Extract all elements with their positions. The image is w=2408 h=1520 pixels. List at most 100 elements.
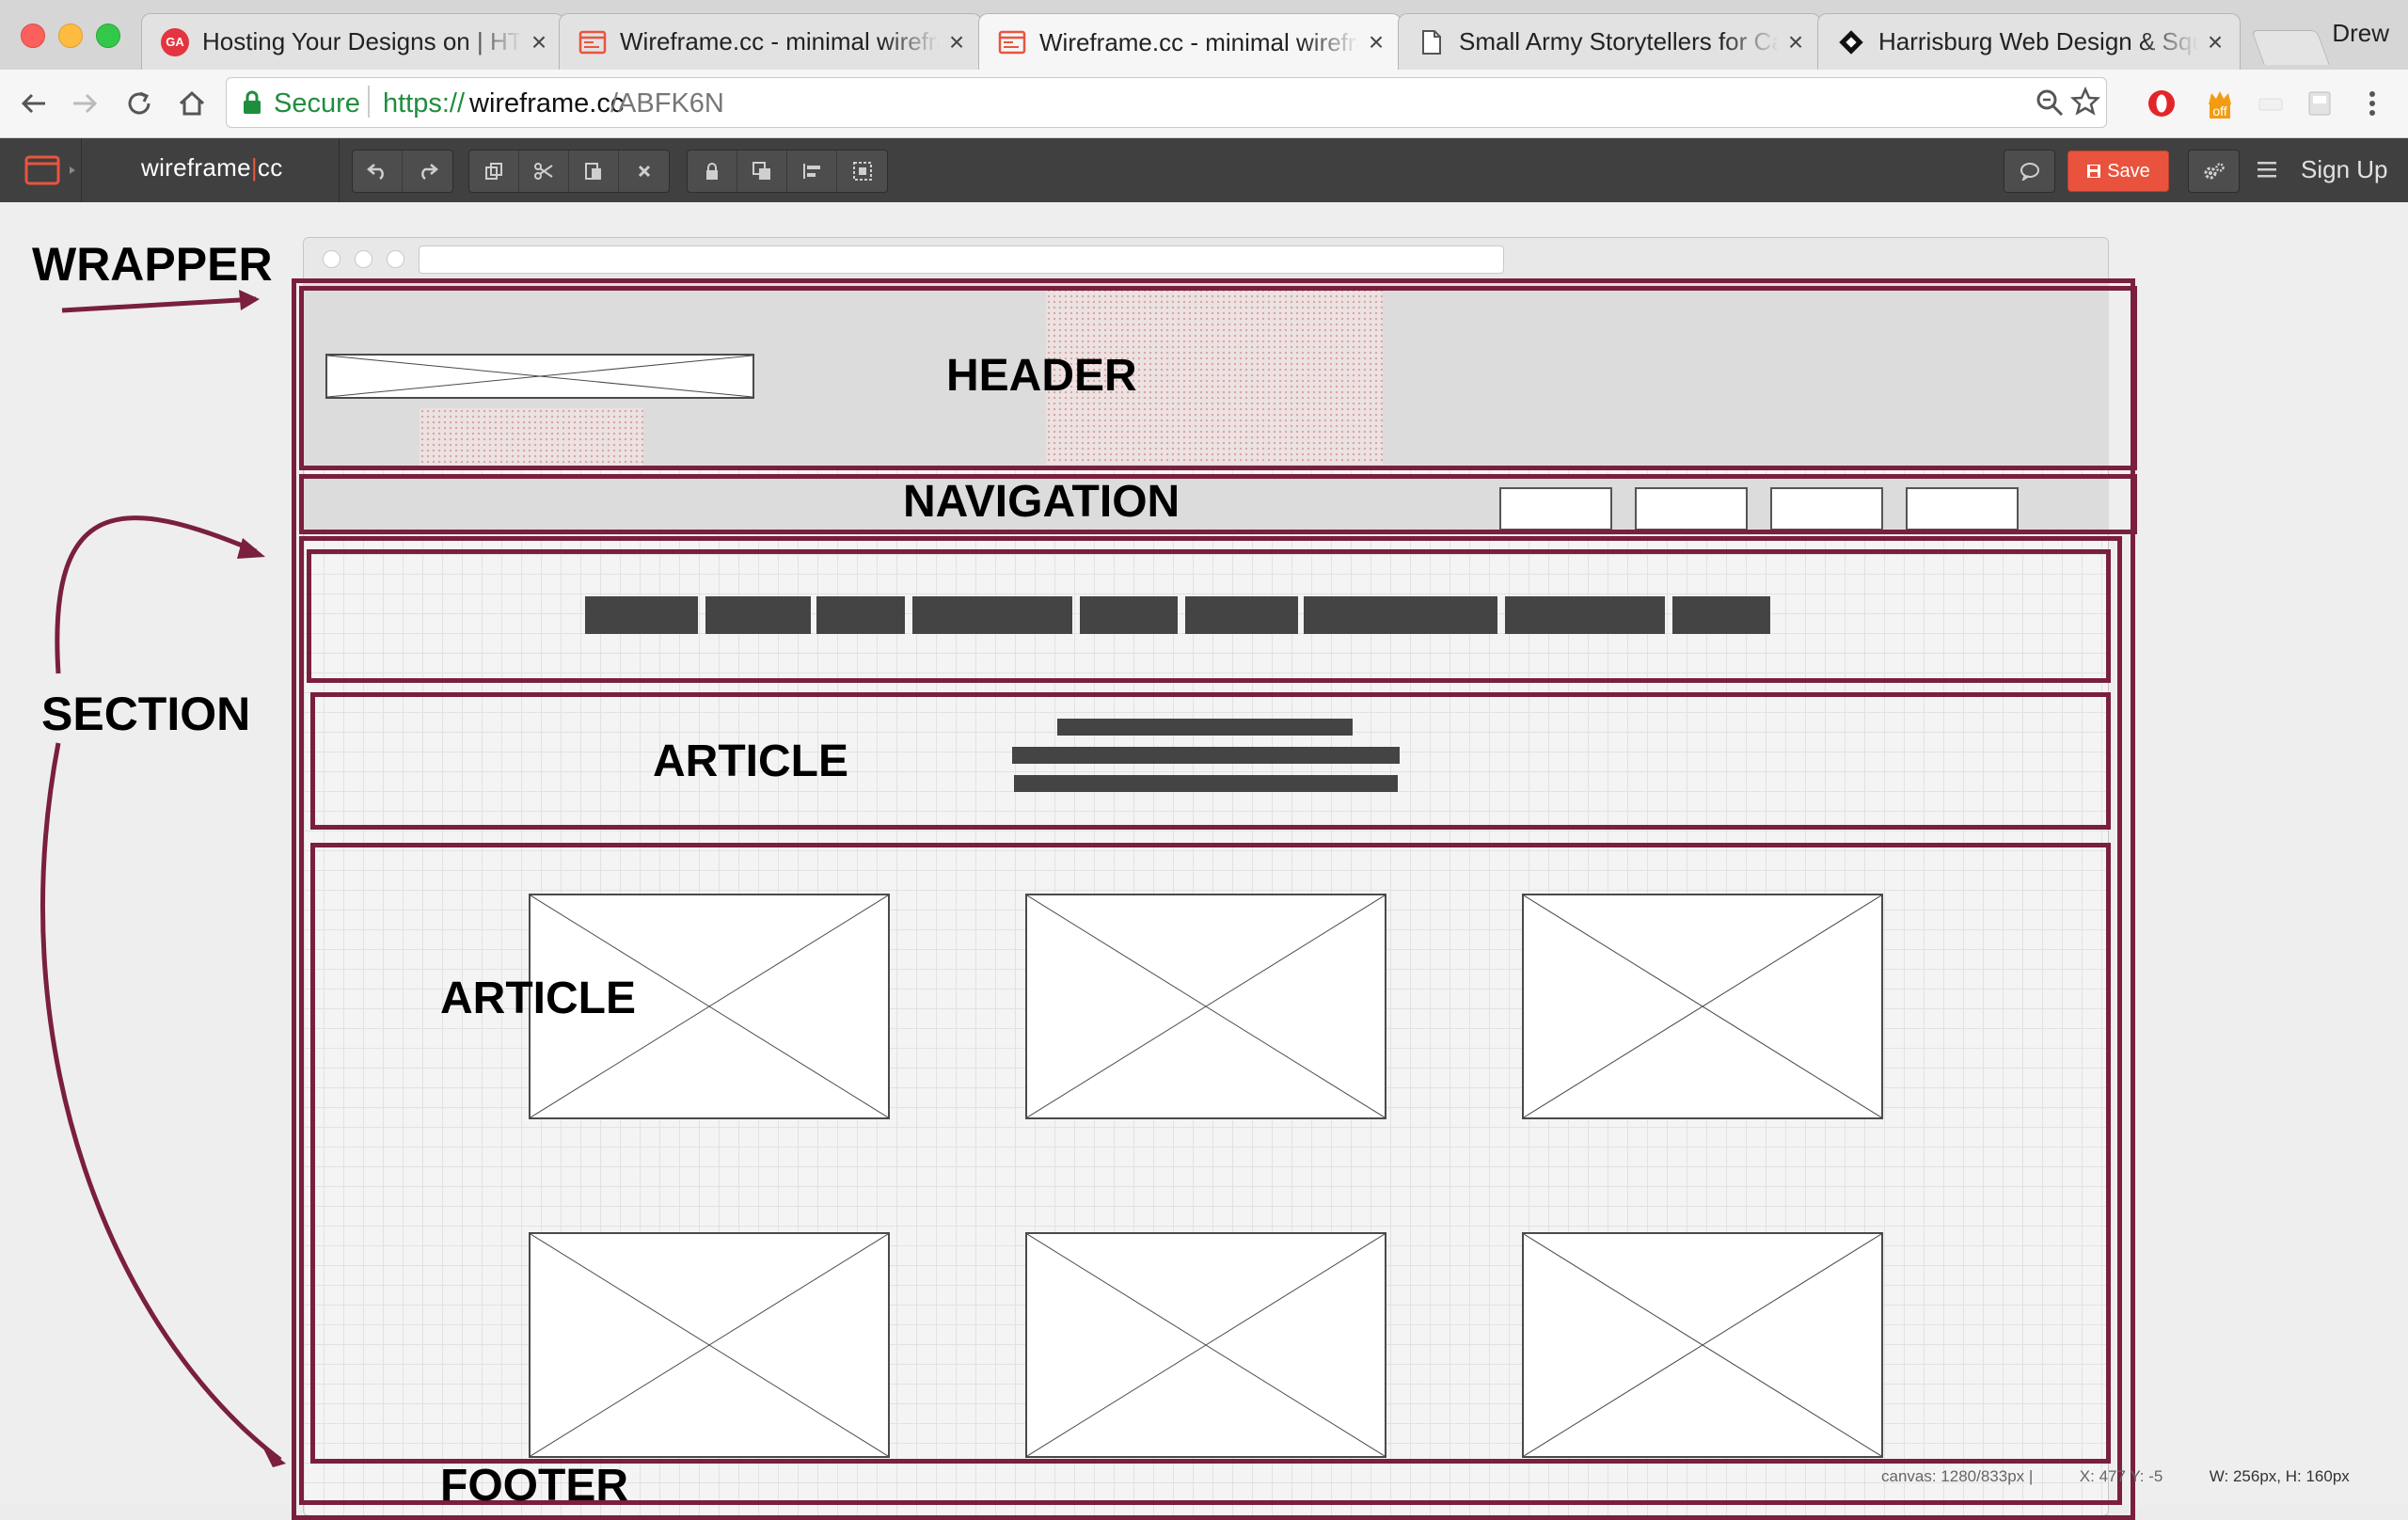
- back-button[interactable]: [11, 81, 56, 126]
- align-icon: [803, 164, 820, 179]
- canvas-size-readout: canvas: 1280/833px |: [1881, 1467, 2034, 1485]
- zoom-icon[interactable]: [2035, 87, 2065, 118]
- edit-button-group: [468, 150, 670, 193]
- close-icon[interactable]: ×: [1365, 27, 1387, 57]
- wrapper-arrow: [61, 296, 257, 313]
- arrange-button[interactable]: [737, 150, 787, 192]
- navigation-outline: [299, 474, 2137, 534]
- redo-button[interactable]: [403, 150, 452, 192]
- browser-tab[interactable]: Harrisburg Web Design & Squarespace ×: [1817, 13, 2241, 70]
- tab-title: Harrisburg Web Design & Squarespace: [1878, 27, 2198, 55]
- copy-button[interactable]: [469, 150, 519, 192]
- close-icon[interactable]: ×: [528, 27, 550, 57]
- align-button[interactable]: [787, 150, 837, 192]
- browser-tab-active[interactable]: Wireframe.cc - minimal wireframing ×: [978, 13, 1402, 71]
- app-menu-button[interactable]: [17, 151, 83, 189]
- logo-text: wireframe: [141, 153, 251, 182]
- cursor-coordinates: X: 477 Y: -5: [2079, 1467, 2163, 1485]
- browser-tab-strip: GA Hosting Your Designs on | HTML × Wire…: [0, 0, 2408, 71]
- save-button[interactable]: Save: [2067, 150, 2169, 192]
- browser-tab[interactable]: Wireframe.cc - minimal wireframing ×: [559, 13, 982, 70]
- close-icon[interactable]: ×: [945, 27, 968, 57]
- window-close-button[interactable]: [21, 24, 45, 48]
- paste-button[interactable]: [569, 150, 619, 192]
- paste-icon: [585, 163, 601, 180]
- header-outline: [299, 286, 2137, 470]
- comment-button[interactable]: [2004, 150, 2054, 192]
- lock-icon: [244, 90, 261, 114]
- browser-tab[interactable]: Small Army Storytellers for Causes ×: [1398, 13, 1821, 70]
- forward-button[interactable]: [62, 81, 107, 126]
- footer-label: FOOTER: [440, 1461, 628, 1511]
- delete-button[interactable]: [619, 150, 669, 192]
- extension-icon[interactable]: [2252, 85, 2289, 122]
- app-logo[interactable]: wireframe|cc: [141, 153, 283, 182]
- floppy-disk-icon: [2087, 165, 2101, 178]
- window-minimize-button[interactable]: [58, 24, 83, 48]
- wrapper-label: WRAPPER: [32, 238, 273, 291]
- home-button[interactable]: [169, 81, 214, 126]
- url-scheme: https://: [383, 88, 466, 119]
- app-window-icon: [24, 155, 75, 185]
- extension-icon[interactable]: [2301, 85, 2338, 122]
- home-icon: [179, 90, 205, 116]
- selection-dimensions: W: 256px, H: 160px: [2209, 1467, 2350, 1485]
- tab-title: Small Army Storytellers for Causes: [1459, 27, 1779, 55]
- logo-separator: |: [250, 153, 258, 182]
- window-zoom-button[interactable]: [96, 24, 120, 48]
- forward-arrow-icon: [73, 93, 98, 114]
- divider: [339, 138, 340, 202]
- document-icon: [1418, 28, 1446, 56]
- extension-badge: off: [2210, 103, 2230, 119]
- close-icon[interactable]: ×: [1784, 27, 1807, 57]
- group-icon: [852, 162, 872, 181]
- padlock-icon: [706, 163, 718, 180]
- adblock-extension-icon[interactable]: off: [2201, 85, 2239, 122]
- layers-icon: [752, 162, 770, 180]
- wireframe-browser-topbar: [304, 238, 2108, 280]
- hamburger-menu-icon[interactable]: [2256, 159, 2278, 180]
- wireframe-favicon: [578, 28, 607, 56]
- settings-button[interactable]: [2189, 150, 2239, 192]
- sign-up-link[interactable]: Sign Up: [2301, 155, 2388, 184]
- gears-icon: [2204, 163, 2225, 180]
- undo-icon: [367, 164, 384, 180]
- settings-button-group: [2188, 150, 2240, 193]
- browser-tab[interactable]: GA Hosting Your Designs on | HTML ×: [141, 13, 564, 70]
- tab-title: Wireframe.cc - minimal wireframing: [620, 27, 940, 55]
- undo-button[interactable]: [353, 150, 403, 192]
- ga-icon: GA: [161, 27, 189, 56]
- bookmark-star-icon[interactable]: [2070, 87, 2100, 117]
- arrange-button-group: [687, 150, 888, 193]
- article-outline: [310, 843, 2111, 1464]
- wireframe-window-dot: [323, 250, 341, 268]
- new-tab-button[interactable]: [2251, 30, 2330, 65]
- scissors-icon: [534, 163, 553, 180]
- profile-name[interactable]: Drew: [2323, 19, 2389, 48]
- opera-extension-icon[interactable]: [2143, 85, 2180, 122]
- browser-menu-icon[interactable]: [2353, 85, 2391, 122]
- footer-arrow: [40, 742, 282, 1462]
- wireframe-favicon: [998, 28, 1026, 56]
- header-label: HEADER: [946, 351, 1137, 401]
- divider: [81, 138, 82, 202]
- url-path: /ABFK6N: [610, 88, 724, 119]
- close-icon[interactable]: ×: [2204, 27, 2226, 57]
- reload-button[interactable]: [117, 81, 162, 126]
- lock-button[interactable]: [688, 150, 737, 192]
- url-host: wireframe.cc: [469, 88, 625, 119]
- app-toolbar: wireframe|cc Save Sign Up: [0, 138, 2408, 202]
- address-bar[interactable]: Secure https:// wireframe.cc /ABFK6N: [226, 77, 2107, 128]
- cut-button[interactable]: [519, 150, 569, 192]
- section-label: SECTION: [41, 688, 251, 740]
- secure-label: Secure: [274, 88, 360, 119]
- article-label: ARTICLE: [440, 974, 636, 1023]
- wireframe-window-dot: [355, 250, 372, 268]
- group-button[interactable]: [837, 150, 887, 192]
- comment-icon: [2020, 163, 2039, 181]
- logo-text: cc: [257, 153, 283, 182]
- article-label: ARTICLE: [653, 736, 848, 786]
- tab-title: Wireframe.cc - minimal wireframing: [1039, 27, 1359, 56]
- history-button-group: [352, 150, 453, 193]
- section-arrow: [55, 515, 257, 674]
